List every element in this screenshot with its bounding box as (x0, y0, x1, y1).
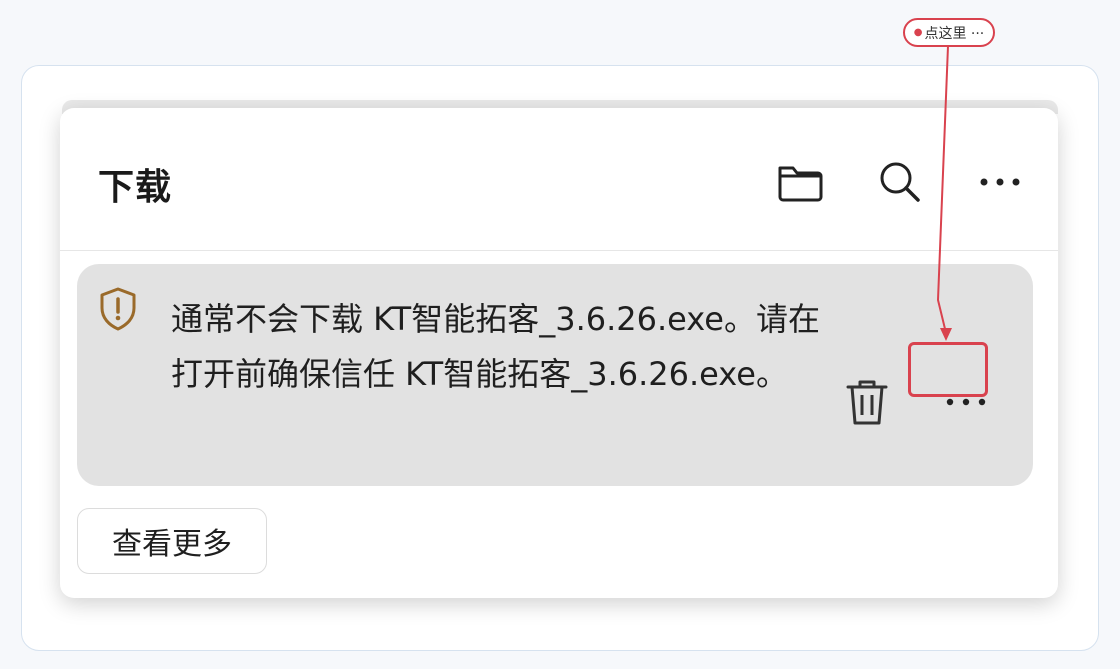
delete-download-button[interactable] (845, 377, 889, 429)
annotation-callout: ● 点这里 ··· (903, 18, 995, 47)
folder-icon (778, 166, 823, 202)
trash-icon (846, 380, 888, 425)
open-folder-button[interactable] (774, 156, 826, 208)
search-icon (880, 162, 920, 202)
header-divider (60, 250, 1058, 251)
search-downloads-button[interactable] (874, 156, 926, 208)
panel-more-options-button[interactable] (974, 156, 1026, 208)
callout-dot: ● (913, 27, 923, 38)
download-item[interactable]: 通常不会下载 KT智能拓客_3.6.26.exe。请在打开前确保信任 KT智能拓… (77, 264, 1033, 486)
shield-warning-icon (100, 287, 136, 331)
callout-label: 点这里 ··· (924, 25, 985, 42)
more-options-icon (980, 178, 1020, 186)
download-warning-message: 通常不会下载 KT智能拓客_3.6.26.exe。请在打开前确保信任 KT智能拓… (171, 300, 820, 393)
view-more-button[interactable]: 查看更多 (77, 508, 267, 574)
panel-title: 下载 (98, 167, 173, 208)
annotation-highlight-box (908, 342, 988, 397)
